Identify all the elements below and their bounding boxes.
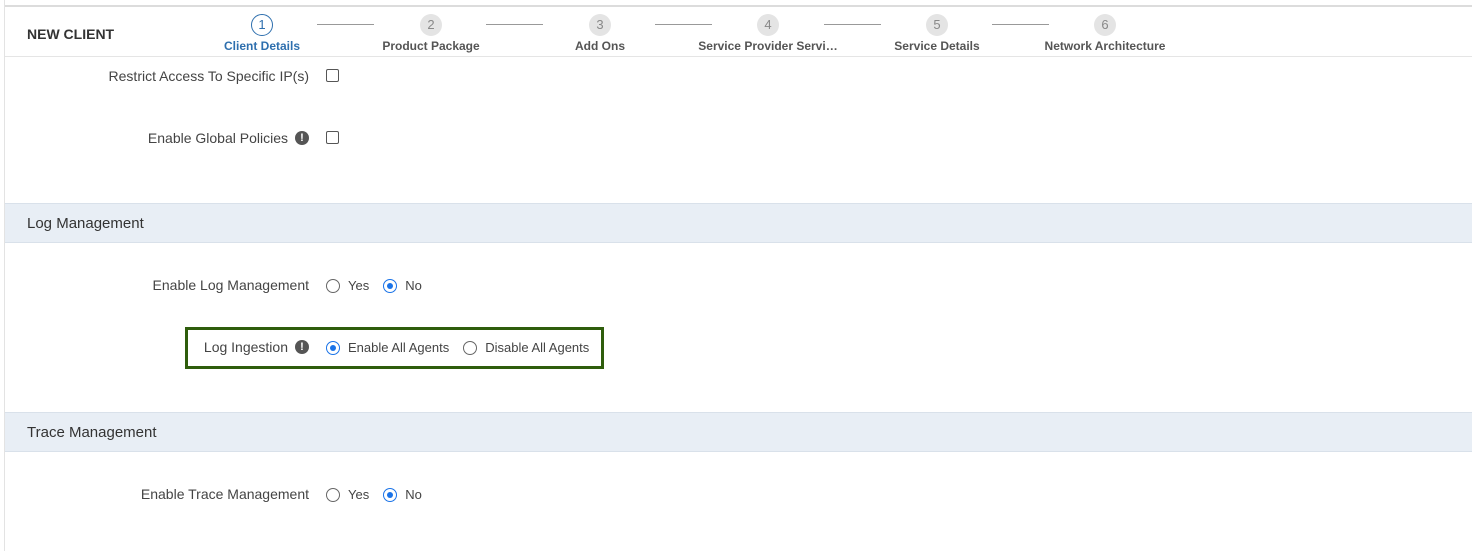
log-ingestion-radio-group: Enable All Agents Disable All Agents [326,340,603,355]
restrict-ip-checkbox[interactable] [326,69,339,82]
step-number: 3 [589,14,611,36]
new-client-page: NEW CLIENT 1 Client Details 2 Product Pa… [4,0,1472,551]
restrict-ip-label: Restrict Access To Specific IP(s) [108,68,309,84]
radio-label-yes: Yes [348,278,370,293]
enable-trace-management-radio-group: Yes No [326,487,436,502]
section-title: Trace Management [27,424,157,441]
step-network-architecture[interactable]: 6 Network Architecture [1015,14,1195,53]
step-product-package[interactable]: 2 Product Package [341,14,521,53]
global-policies-row: Enable Global Policies ! [5,129,1472,149]
step-number: 5 [926,14,948,36]
log-ingestion-label: Log Ingestion [203,339,288,355]
step-label: Service Details [894,39,980,53]
enable-trace-management-label: Enable Trace Management [140,486,309,502]
info-circle-icon[interactable]: ! [295,131,309,145]
step-number: 1 [251,14,273,36]
step-number: 2 [420,14,442,36]
restrict-ip-row: Restrict Access To Specific IP(s) [5,67,1472,87]
log-ingestion-row: Log Ingestion ! Enable All Agents Disabl… [5,338,1472,358]
trace-management-no-radio[interactable] [383,487,398,502]
log-management-yes-radio[interactable] [326,278,340,293]
step-service-provider[interactable]: 4 Service Provider Servi… [678,14,858,53]
radio-label-disable-all: Disable All Agents [485,340,590,355]
radio-label-no: No [405,487,422,502]
global-policies-label-wrap: Enable Global Policies ! [148,130,309,146]
global-policies-checkbox[interactable] [326,131,339,144]
radio-label-no: No [405,278,422,293]
trace-management-yes-radio[interactable] [326,487,340,502]
step-service-details[interactable]: 5 Service Details [847,14,1027,53]
section-title: Log Management [27,215,144,232]
disable-all-agents-radio[interactable] [463,340,478,355]
log-management-no-radio[interactable] [383,278,398,293]
wizard-header: NEW CLIENT 1 Client Details 2 Product Pa… [5,7,1472,57]
step-client-details[interactable]: 1 Client Details [172,14,352,53]
step-label: Service Provider Servi… [698,39,838,53]
step-label: Client Details [223,39,301,53]
step-number: 4 [757,14,779,36]
step-label: Product Package [382,39,480,53]
step-label: Network Architecture [1044,39,1166,53]
global-policies-label: Enable Global Policies [147,130,288,146]
radio-label-enable-all: Enable All Agents [348,340,450,355]
radio-label-yes: Yes [348,487,370,502]
enable-all-agents-radio[interactable] [326,340,340,355]
trace-management-section-header: Trace Management [5,412,1472,452]
step-label: Add Ons [575,39,625,53]
page-title: NEW CLIENT [27,26,115,42]
enable-log-management-label: Enable Log Management [152,277,309,293]
log-management-section-header: Log Management [5,203,1472,243]
log-ingestion-label-wrap: Log Ingestion ! [204,339,309,355]
enable-trace-management-row: Enable Trace Management Yes No [5,485,1472,505]
enable-log-management-radio-group: Yes No [326,278,436,293]
step-number: 6 [1094,14,1116,36]
info-circle-icon[interactable]: ! [295,340,309,354]
step-add-ons[interactable]: 3 Add Ons [510,14,690,53]
enable-log-management-row: Enable Log Management Yes No [5,276,1472,296]
